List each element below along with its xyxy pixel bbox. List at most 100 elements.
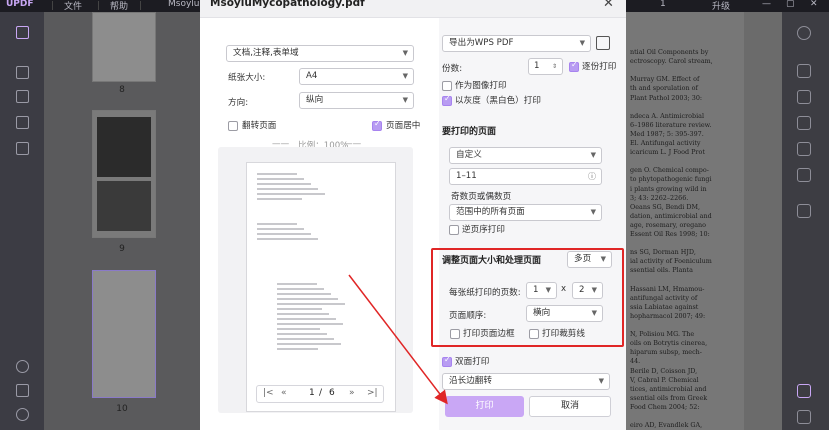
maximize-icon[interactable]: ▢	[786, 0, 795, 9]
flip-direction-select[interactable]: 沿长边翻转 ▼	[442, 373, 610, 390]
share-icon[interactable]	[797, 142, 811, 156]
preview-text-line	[277, 318, 336, 320]
preview-pager: |< « 1 / 6 » >|	[256, 385, 384, 403]
preview-text-line	[257, 238, 318, 240]
printer-value: 导出为WPS PDF	[449, 38, 514, 48]
odd-even-value: 范围中的所有页面	[456, 207, 525, 217]
save-icon[interactable]	[797, 204, 811, 218]
pager-current[interactable]: 1	[309, 388, 315, 398]
preview-text-line	[277, 323, 343, 325]
print-button[interactable]: 打印	[445, 396, 524, 417]
help-icon[interactable]: ⓘ	[588, 169, 596, 184]
thumbnail-image	[97, 117, 151, 177]
window-close-icon[interactable]: ✕	[810, 0, 818, 9]
document-text-line: ndeca A. Antimicrobial	[630, 111, 705, 120]
reverse-order-checkbox[interactable]	[449, 225, 459, 235]
print-settings-panel: 导出为WPS PDF ▼ 份数: 1 ⇕ 逐份打印 作为图像打印 以灰度（黑白色…	[439, 18, 626, 430]
document-tab[interactable]: Msoylu	[168, 0, 200, 9]
preview-text-line	[277, 308, 322, 310]
collate-checkbox[interactable]	[569, 60, 579, 72]
convert-icon[interactable]	[797, 90, 811, 104]
page-indicator: 1	[660, 0, 666, 9]
page-range-select[interactable]: 自定义 ▼	[449, 147, 602, 164]
close-icon[interactable]: ✕	[603, 0, 614, 11]
comment-icon[interactable]	[16, 66, 29, 79]
preview-text-line	[277, 293, 331, 295]
layers-icon[interactable]	[16, 360, 29, 373]
preview-text-line	[277, 298, 338, 300]
preview-text-line	[277, 283, 317, 285]
ocr-icon[interactable]	[797, 64, 811, 78]
print-dialog: MsoyluMycopathology.pdf ✕ 文档,注释,表单域 ▼ 纸张…	[200, 0, 626, 430]
attachment-icon[interactable]	[16, 408, 29, 421]
copies-label: 份数:	[442, 64, 463, 74]
preview-text-line	[277, 348, 318, 350]
protect-icon[interactable]	[797, 116, 811, 130]
prev-page-icon[interactable]: «	[281, 388, 287, 398]
cancel-button[interactable]: 取消	[529, 396, 611, 417]
orientation-select[interactable]: 纵向 ▼	[299, 92, 414, 109]
document-text-line: V, Cabral P. Chemical	[630, 375, 699, 384]
document-text-line: 44.	[630, 357, 641, 366]
minimize-icon[interactable]: —	[762, 0, 771, 9]
document-text-line: N, Polisiou MG. The	[630, 330, 695, 339]
chevron-down-icon: ▼	[579, 39, 585, 47]
reader-icon[interactable]	[16, 26, 29, 39]
mail-icon[interactable]	[797, 168, 811, 182]
center-page-label: 页面居中	[386, 121, 421, 131]
search-icon[interactable]	[797, 26, 811, 40]
chevron-down-icon: ▼	[402, 72, 408, 80]
odd-even-label: 奇数页或偶数页	[451, 192, 512, 202]
flip-page-label: 翻转页面	[242, 121, 277, 131]
print-preview	[218, 147, 413, 413]
upgrade-button[interactable]: 升级	[712, 0, 730, 12]
document-text-line: Berile D, Coisson JD,	[630, 366, 698, 375]
document-text-line: Med 1987; 5: 395-397.	[630, 129, 704, 138]
menu-file[interactable]: 文件	[64, 0, 82, 12]
odd-even-select[interactable]: 范围中的所有页面 ▼	[449, 204, 602, 221]
printer-select[interactable]: 导出为WPS PDF ▼	[442, 35, 591, 52]
document-text-line: ssia Labiatae against	[630, 302, 699, 311]
ai-assistant-icon[interactable]	[797, 384, 811, 398]
grayscale-label: 以灰度（黑白色）打印	[455, 96, 541, 106]
page-thumbnail[interactable]	[92, 110, 156, 238]
print-as-image-label: 作为图像打印	[455, 81, 507, 91]
menu-help[interactable]: 帮助	[110, 0, 128, 12]
copies-stepper[interactable]: 1 ⇕	[528, 58, 563, 75]
chevron-down-icon: ▼	[598, 377, 604, 385]
page-range-input[interactable]: 1–11 ⓘ	[449, 168, 602, 185]
document-page: ntial Oil Components by ectroscopy. Carol…	[626, 12, 744, 430]
duplex-checkbox[interactable]	[442, 355, 452, 367]
bookmark-icon[interactable]	[16, 384, 29, 397]
grayscale-checkbox[interactable]	[442, 94, 452, 106]
last-page-icon[interactable]: >|	[367, 388, 378, 398]
pager-total: 6	[329, 388, 335, 398]
center-page-checkbox[interactable]	[372, 119, 382, 131]
document-text-line: Hassani LM, Hmamou-	[630, 284, 705, 293]
preview-text-line	[257, 183, 311, 185]
preview-text-line	[277, 288, 324, 290]
page-thumbnail[interactable]	[92, 12, 156, 82]
next-page-icon[interactable]: »	[349, 388, 355, 398]
collate-label: 逐份打印	[582, 62, 617, 72]
paper-size-select[interactable]: A4 ▼	[299, 68, 414, 85]
organize-icon[interactable]	[16, 116, 29, 129]
first-page-icon[interactable]: |<	[263, 388, 274, 398]
page-thumbnail[interactable]	[92, 270, 156, 398]
flip-page-checkbox[interactable]	[228, 121, 238, 131]
print-content-select[interactable]: 文档,注释,表单域 ▼	[226, 45, 414, 62]
app-logo: UPDF	[6, 0, 34, 9]
document-text-line: Oeans SG, Bendi DM,	[630, 202, 701, 211]
document-text-line: 3; 43: 2262–2266.	[630, 193, 689, 202]
chevron-down-icon: ▼	[590, 151, 596, 159]
preview-text-line	[257, 173, 297, 175]
document-text-line: age, rosemary, oregano	[630, 220, 707, 229]
document-text-line: 6–1986 literature review.	[630, 120, 712, 129]
form-icon[interactable]	[16, 142, 29, 155]
chat-icon[interactable]	[797, 410, 811, 424]
chevron-down-icon: ▼	[402, 49, 408, 57]
edit-icon[interactable]	[16, 90, 29, 103]
print-as-image-checkbox[interactable]	[442, 81, 452, 91]
printer-icon[interactable]	[596, 36, 610, 50]
thumbnail-label: 10	[116, 404, 128, 414]
